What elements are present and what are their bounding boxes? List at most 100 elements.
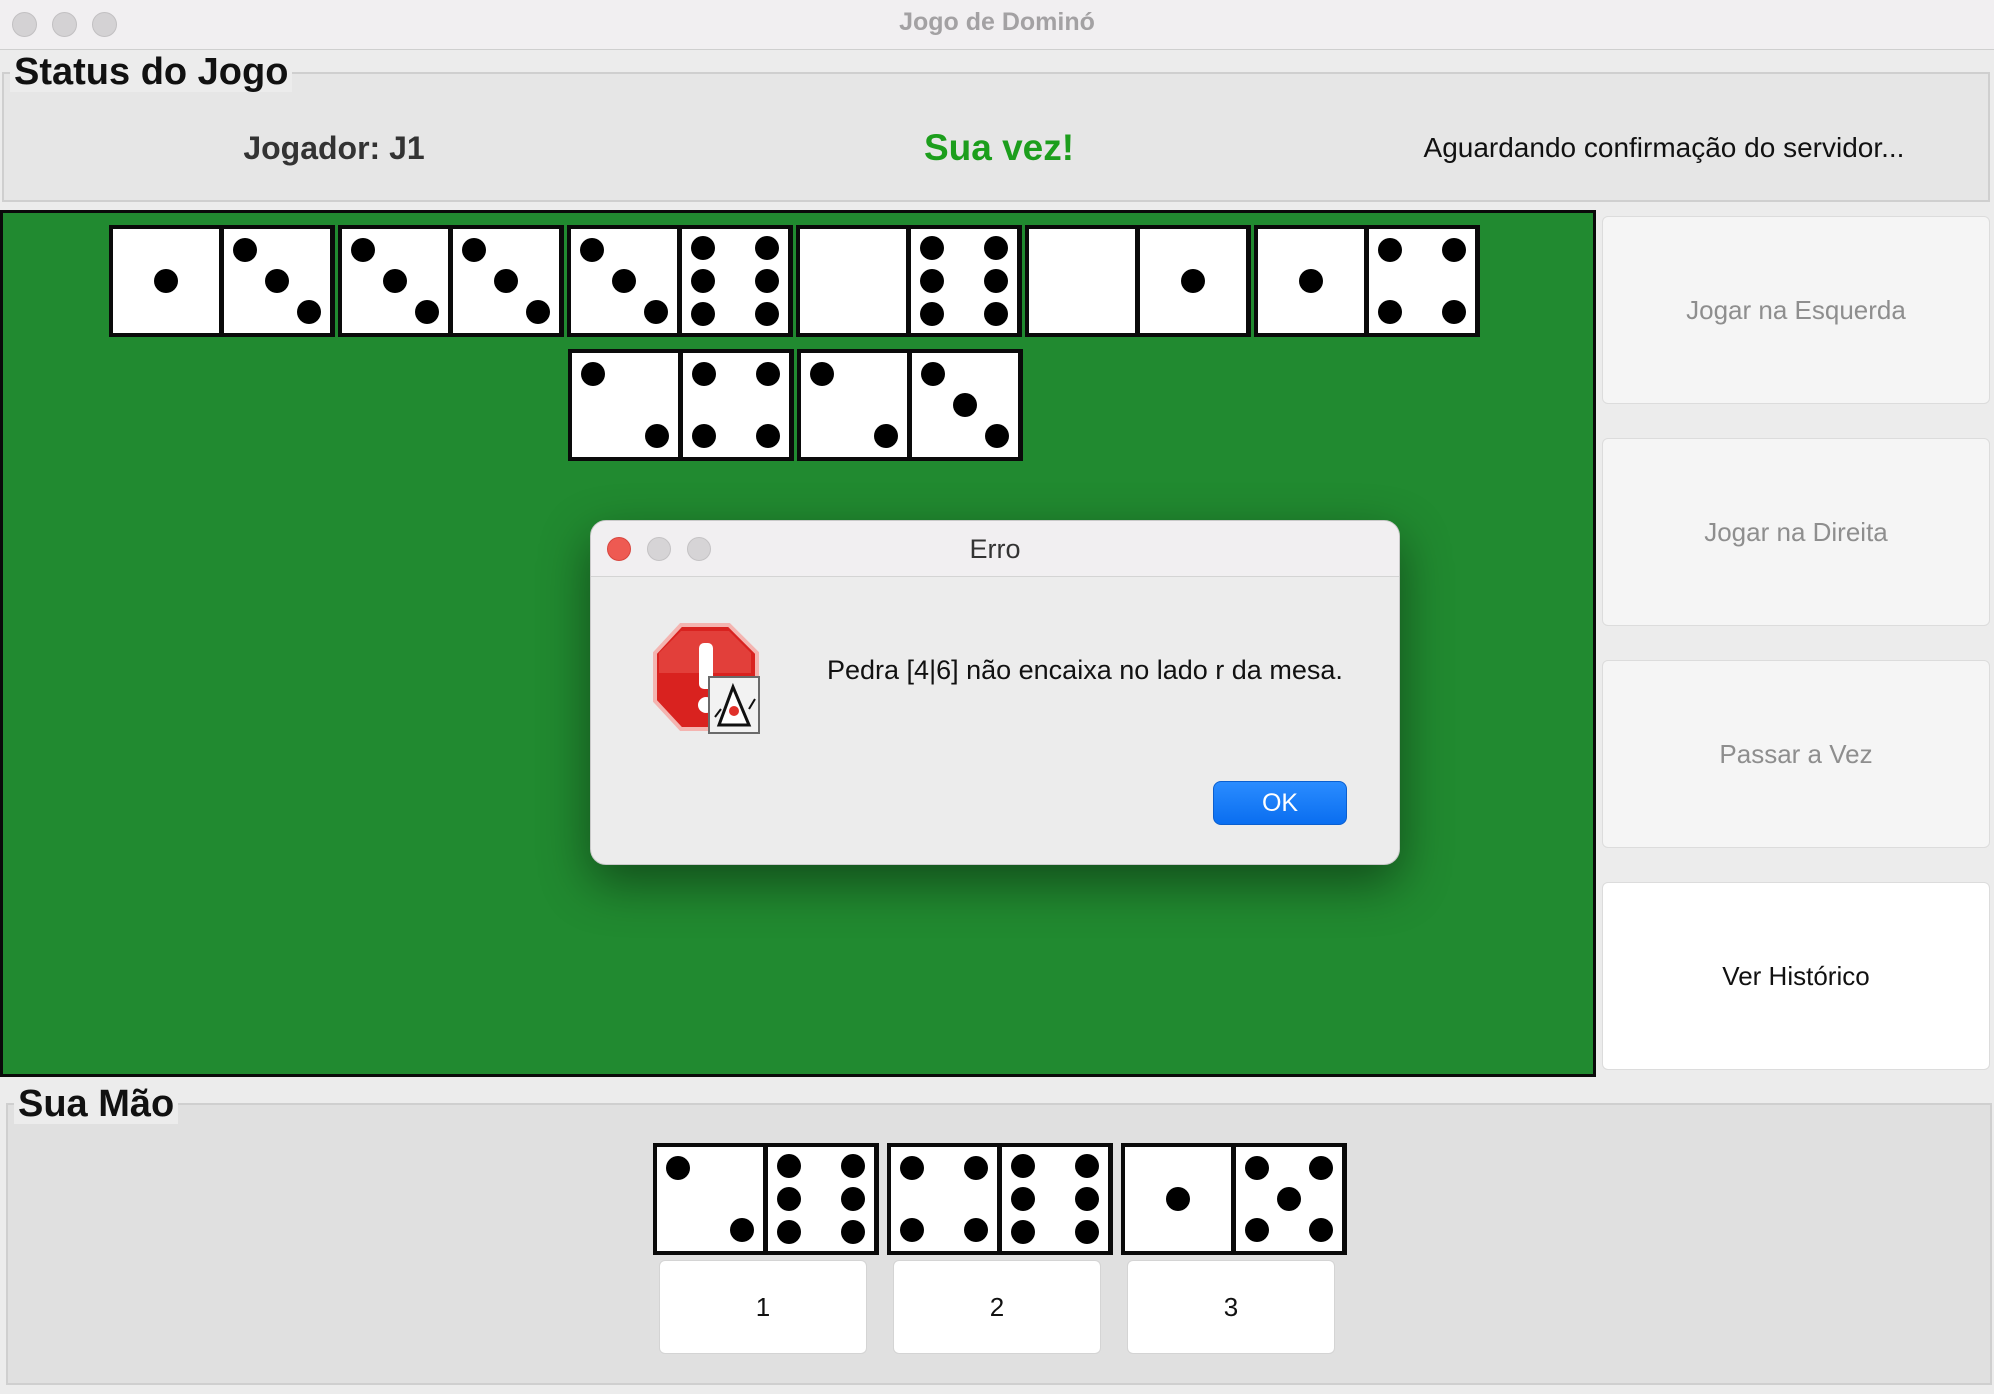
- domino-right-half: [453, 229, 559, 333]
- domino-pip: [1378, 300, 1403, 325]
- domino-pip: [754, 269, 779, 293]
- domino-pip: [1011, 1220, 1036, 1245]
- domino-pip: [691, 302, 716, 327]
- board-domino: [796, 225, 1022, 337]
- domino-pip: [1378, 237, 1403, 262]
- domino-pip: [1245, 1218, 1270, 1243]
- domino-pip: [840, 1220, 865, 1245]
- domino-pip: [1308, 1155, 1333, 1180]
- hand-domino: [1121, 1143, 1347, 1255]
- domino-pip: [755, 424, 780, 449]
- domino-pip: [963, 1155, 988, 1180]
- domino-pip: [1011, 1153, 1036, 1178]
- domino-left-half: [1029, 229, 1135, 333]
- hand-panel: 123: [6, 1103, 1992, 1385]
- board-domino: [338, 225, 564, 337]
- board-domino: [1254, 225, 1480, 337]
- domino-pip: [233, 237, 258, 262]
- domino-pip: [643, 300, 668, 325]
- error-dialog: Erro Pedra [4|6] não encaixa no lado r d…: [590, 520, 1400, 865]
- domino-right-half: [1236, 1147, 1342, 1251]
- window-titlebar: Jogo de Dominó: [0, 0, 1994, 50]
- domino-pip: [873, 424, 898, 449]
- board-domino: [568, 349, 794, 461]
- select-tile-button[interactable]: 3: [1127, 1260, 1335, 1354]
- domino-pip: [754, 235, 779, 260]
- domino-right-half: [683, 353, 789, 457]
- domino-pip: [1074, 1187, 1099, 1211]
- select-tile-button[interactable]: 2: [893, 1260, 1101, 1354]
- domino-pip: [1441, 237, 1466, 262]
- domino-pip: [921, 361, 946, 386]
- domino-pip: [920, 302, 945, 327]
- domino-pip: [462, 237, 487, 262]
- domino-pip: [691, 235, 716, 260]
- domino-right-half: [912, 353, 1018, 457]
- pass-turn-button[interactable]: Passar a Vez: [1602, 660, 1990, 848]
- domino-right-half: [1369, 229, 1475, 333]
- domino-left-half: [891, 1147, 997, 1251]
- domino-pip: [777, 1187, 802, 1211]
- domino-left-half: [571, 229, 677, 333]
- domino-left-half: [657, 1147, 763, 1251]
- domino-pip: [920, 269, 945, 293]
- domino-pip: [1011, 1187, 1036, 1211]
- domino-pip: [1074, 1153, 1099, 1178]
- domino-pip: [777, 1220, 802, 1245]
- domino-left-half: [342, 229, 448, 333]
- status-panel: Jogador: J1 Sua vez! Aguardando confirma…: [2, 72, 1990, 202]
- domino-pip: [265, 269, 289, 293]
- domino-pip: [777, 1153, 802, 1178]
- domino-pip: [900, 1155, 925, 1180]
- view-history-button[interactable]: Ver Histórico: [1602, 882, 1990, 1070]
- domino-pip: [351, 237, 376, 262]
- player-label: Jogador: J1: [243, 130, 425, 166]
- ok-button[interactable]: OK: [1213, 781, 1347, 825]
- domino-right-half: [224, 229, 330, 333]
- domino-pip: [666, 1155, 691, 1180]
- domino-pip: [1441, 300, 1466, 325]
- domino-pip: [900, 1218, 925, 1243]
- domino-left-half: [572, 353, 678, 457]
- domino-left-half: [801, 353, 907, 457]
- board-domino: [109, 225, 335, 337]
- dialog-message: Pedra [4|6] não encaixa no lado r da mes…: [827, 655, 1343, 685]
- domino-right-half: [1002, 1147, 1108, 1251]
- domino-pip: [953, 393, 977, 417]
- domino-pip: [525, 300, 550, 325]
- select-tile-button[interactable]: 1: [659, 1260, 867, 1354]
- domino-pip: [1245, 1155, 1270, 1180]
- domino-left-half: [1258, 229, 1364, 333]
- domino-left-half: [1125, 1147, 1231, 1251]
- play-left-button[interactable]: Jogar na Esquerda: [1602, 216, 1990, 404]
- status-panel-title: Status do Jogo: [10, 52, 293, 92]
- domino-pip: [581, 361, 606, 386]
- domino-pip: [1308, 1218, 1333, 1243]
- domino-pip: [983, 269, 1008, 293]
- domino-right-half: [911, 229, 1017, 333]
- hand-domino: [887, 1143, 1113, 1255]
- domino-left-half: [113, 229, 219, 333]
- turn-indicator: Sua vez!: [923, 127, 1075, 168]
- board-domino: [1025, 225, 1251, 337]
- play-right-button[interactable]: Jogar na Direita: [1602, 438, 1990, 626]
- hand-panel-title: Sua Mão: [14, 1084, 179, 1124]
- domino-pip: [414, 300, 439, 325]
- domino-pip: [984, 424, 1009, 449]
- domino-left-half: [800, 229, 906, 333]
- domino-pip: [1277, 1187, 1301, 1211]
- domino-right-half: [682, 229, 788, 333]
- domino-pip: [644, 424, 669, 449]
- domino-pip: [383, 269, 407, 293]
- domino-pip: [692, 424, 717, 449]
- error-stop-icon: [651, 621, 761, 741]
- domino-pip: [1074, 1220, 1099, 1245]
- domino-pip: [154, 269, 178, 293]
- domino-pip: [840, 1187, 865, 1211]
- window-title: Jogo de Dominó: [899, 8, 1095, 36]
- domino-pip: [1181, 269, 1205, 293]
- domino-pip: [983, 235, 1008, 260]
- board-domino: [567, 225, 793, 337]
- domino-pip: [1166, 1187, 1190, 1211]
- domino-right-half: [1140, 229, 1246, 333]
